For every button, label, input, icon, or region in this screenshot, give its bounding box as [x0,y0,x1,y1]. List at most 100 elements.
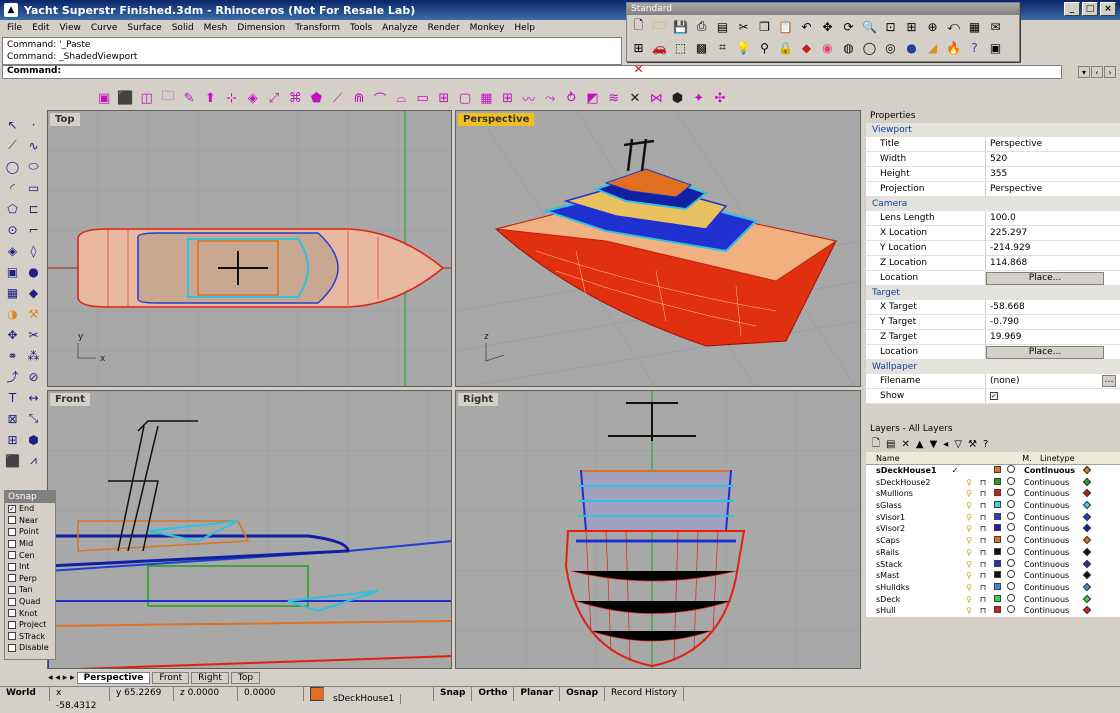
folder-icon[interactable]: 🗀 [158,89,178,107]
layer-color-swatch[interactable] [990,582,1004,594]
edit-points-icon[interactable]: ⚒ [23,303,44,324]
osnap-checkbox[interactable] [8,551,16,560]
osnap-tan[interactable]: Tan [5,584,55,596]
text-curve-icon[interactable]: ⊏ [23,198,44,219]
solid-edit-icon[interactable]: ◈ [243,89,263,107]
layer-color-swatch[interactable] [990,500,1004,512]
shaded-icon[interactable]: ◎ [881,38,900,57]
osnap-checkbox[interactable] [8,562,16,571]
print-color-icon[interactable] [1080,582,1094,594]
light-bulb-icon[interactable]: ♀ [962,605,976,617]
print-color-icon[interactable] [1080,500,1094,512]
material-icon[interactable]: ◢ [923,38,942,57]
menu-surface[interactable]: Surface [122,23,166,33]
undo-icon[interactable]: ↶ [797,17,816,36]
array-icon[interactable]: ⊞ [434,89,454,107]
solid-cube-icon[interactable]: ⬛ [115,89,135,107]
email-icon[interactable]: ✉ [986,17,1005,36]
four-view-icon[interactable]: ⊞ [629,38,648,57]
planar-toggle[interactable]: Planar [514,686,561,701]
menu-monkey[interactable]: Monkey [465,23,510,33]
osnap-mid[interactable]: Mid [5,538,55,550]
split-icon[interactable]: ⊘ [23,366,44,387]
command-prev-button[interactable]: ‹ [1091,66,1103,78]
fillet-icon[interactable]: ⌒ [370,89,390,108]
layer-name[interactable]: sDeck [866,594,948,606]
layer-name[interactable]: sStack [866,559,948,571]
prop-value[interactable]: 19.969 [986,330,1120,344]
layer-linetype[interactable]: Continuous [1018,605,1080,617]
rendered-sphere-icon[interactable]: ● [902,38,921,57]
material-circle-icon[interactable] [1004,465,1018,477]
zoom-icon[interactable]: 🔍 [860,17,879,36]
menu-help[interactable]: Help [509,23,540,33]
text-icon[interactable]: T [2,387,23,408]
tools-icon[interactable]: ⚒ [968,439,977,450]
command-menu-button[interactable]: ▾ [1078,66,1090,78]
viewport-perspective[interactable]: z Perspective [455,110,861,387]
osnap-checkbox[interactable] [8,585,16,594]
rebuild-icon[interactable]: ⤴ [2,366,23,387]
show-wallpaper-checkbox[interactable]: ✓ [990,392,998,400]
menu-analyze[interactable]: Analyze [377,23,422,33]
new-layer-icon[interactable]: 🗋 [872,436,880,453]
boolean-icon[interactable]: ◑ [2,303,23,324]
cplane-world[interactable]: World [0,686,50,701]
grid-mesh-icon[interactable]: ⊞ [497,89,517,107]
layer-color-swatch[interactable] [990,535,1004,547]
print-color-icon[interactable] [1080,465,1094,477]
move-up-icon[interactable]: ▲ [916,439,924,450]
osnap-perp[interactable]: Perp [5,573,55,585]
sphere-icon[interactable]: ● [23,261,44,282]
mesh-icon[interactable]: ▦ [476,89,496,107]
viewport-section[interactable]: Viewport [866,123,1120,137]
loft-icon[interactable]: ◊ [23,240,44,261]
wave-icon[interactable]: 〰 [519,89,539,108]
layer-linetype[interactable]: Continuous [1018,512,1080,524]
offset-icon[interactable]: ⊙ [2,219,23,240]
viewport-right-label[interactable]: Right [458,393,499,406]
osnap-near[interactable]: Near [5,515,55,527]
paste-icon[interactable]: 📋 [776,17,795,36]
pencil-icon[interactable]: ✎ [179,89,199,107]
copy-icon[interactable]: ❐ [755,17,774,36]
edge-icon[interactable]: ⟋ [328,89,348,107]
prop-value[interactable]: Perspective [986,137,1120,151]
layer-name[interactable]: sMullions [866,488,948,500]
prop-value[interactable]: 100.0 [986,211,1120,225]
open-folder-icon[interactable]: 🗁 [650,17,669,36]
print-color-icon[interactable] [1080,477,1094,489]
arc-icon[interactable]: ◜ [2,177,23,198]
graph-icon[interactable]: ⩘ [23,450,44,471]
save-icon[interactable]: 💾 [671,17,690,36]
menu-transform[interactable]: Transform [290,23,345,33]
material-circle-icon[interactable] [1004,593,1018,606]
osnap-strack[interactable]: STrack [5,631,55,643]
light-bulb-icon[interactable]: ♀ [962,488,976,500]
layer-linetype[interactable]: Continuous [1018,582,1080,594]
render-tool-icon[interactable]: ⬢ [23,429,44,450]
axes-icon[interactable]: ⊹ [221,89,241,107]
layer-row[interactable]: sMullions ♀ ⊓ Continuous [866,488,1120,501]
layer-name[interactable]: sHulldks [866,582,948,594]
layer-color-swatch[interactable] [990,559,1004,571]
scale-icon[interactable]: ⤡ [23,408,44,429]
layer-name[interactable]: sHull [866,605,948,617]
material-circle-icon[interactable] [1004,500,1018,512]
material-circle-icon[interactable] [1004,488,1018,500]
print-color-icon[interactable] [1080,547,1094,559]
linetype-column-header[interactable]: Linetype [1034,452,1096,464]
new-file-icon[interactable]: 🗋 [629,17,648,36]
select-icon[interactable]: ⬚ [671,38,690,57]
cut-icon[interactable]: ✂ [734,17,753,36]
layer-name[interactable]: sDeckHouse2 [866,477,948,489]
unlock-icon[interactable]: ⊓ [976,559,990,571]
extrude-icon[interactable]: ⬆ [200,89,220,107]
help-icon[interactable]: ? [965,38,984,57]
current-check-icon[interactable]: ✓ [948,465,962,477]
print-icon[interactable]: ⎙ [692,17,711,36]
material-circle-icon[interactable] [1004,523,1018,535]
shaded-cube-icon[interactable]: ⬢ [667,89,687,107]
osnap-checkbox[interactable] [8,632,16,641]
layer-linetype[interactable]: Continuous [1018,477,1080,489]
